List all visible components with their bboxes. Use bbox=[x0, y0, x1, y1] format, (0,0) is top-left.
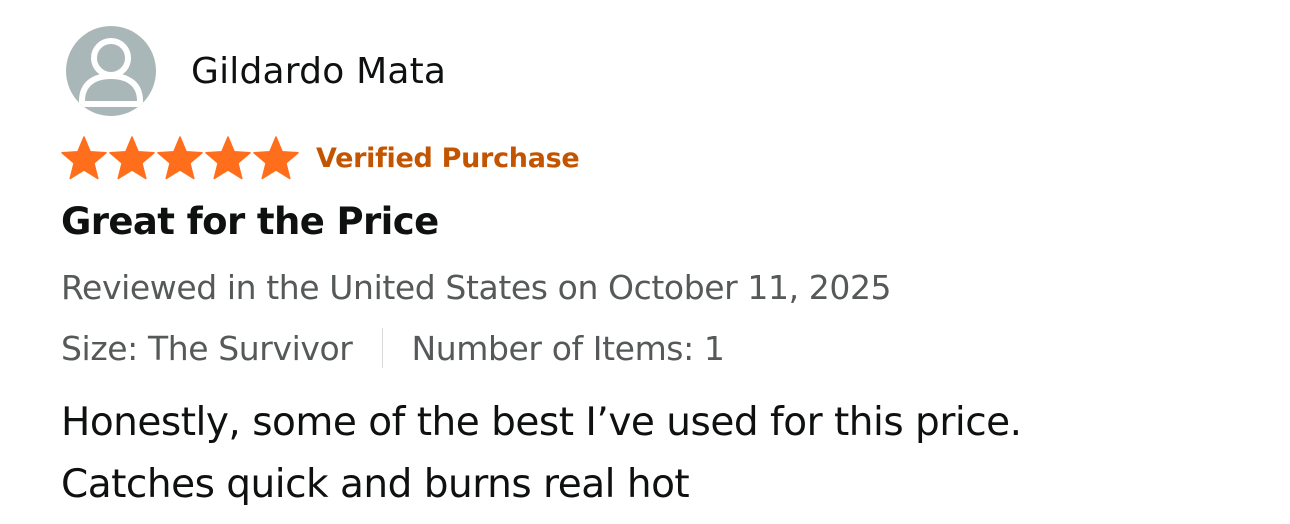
reviewer-profile[interactable]: Gildardo Mata bbox=[66, 25, 446, 117]
verified-purchase-badge: Verified Purchase bbox=[316, 142, 580, 174]
variant-size[interactable]: Size: The Survivor bbox=[61, 329, 353, 368]
review-body: Honestly, some of the best I’ve used for… bbox=[61, 392, 1261, 516]
product-variant-info[interactable]: Size: The Survivor Number of Items: 1 bbox=[61, 328, 725, 368]
avatar[interactable] bbox=[66, 26, 156, 116]
review-body-line: Honestly, some of the best I’ve used for… bbox=[61, 400, 1022, 445]
star-icon bbox=[253, 136, 299, 180]
star-rating[interactable] bbox=[60, 135, 300, 181]
rating-row: Verified Purchase bbox=[60, 134, 580, 182]
user-silhouette-icon bbox=[79, 38, 143, 107]
variant-item-count[interactable]: Number of Items: 1 bbox=[411, 329, 724, 368]
review-title[interactable]: Great for the Price bbox=[61, 200, 439, 243]
customer-review: Gildardo Mata Verified Purchase Great fo… bbox=[0, 0, 1290, 524]
review-date: Reviewed in the United States on October… bbox=[61, 268, 892, 307]
review-body-line: Catches quick and burns real hot bbox=[61, 462, 690, 507]
variant-divider bbox=[382, 328, 384, 368]
star-icon bbox=[157, 136, 203, 180]
reviewer-name[interactable]: Gildardo Mata bbox=[191, 51, 446, 92]
star-icon bbox=[61, 136, 107, 180]
star-icon bbox=[205, 136, 251, 180]
star-icon bbox=[109, 136, 155, 180]
